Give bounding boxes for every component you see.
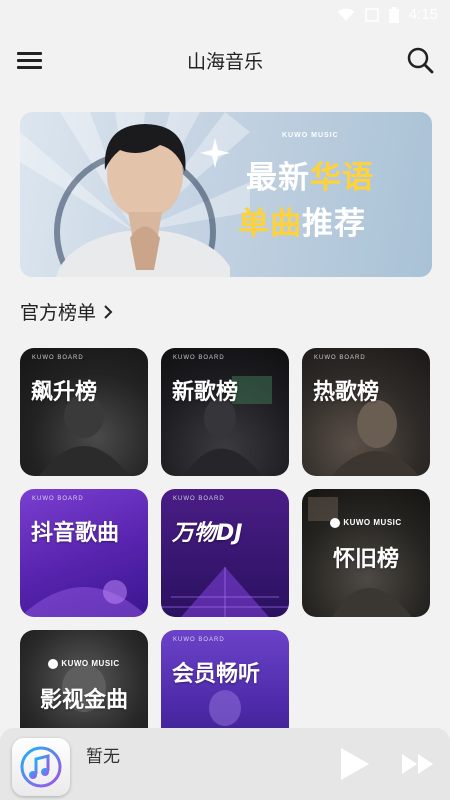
status-bar: 4:15	[0, 0, 450, 34]
search-button[interactable]	[404, 44, 436, 76]
status-icons: 4:15	[337, 6, 438, 23]
music-note-icon	[20, 746, 62, 788]
banner-brand: KUWO MUSIC	[282, 132, 339, 139]
chart-tile-label: 新歌榜	[172, 380, 239, 405]
chart-tile-label: 万物DJ	[172, 521, 243, 546]
chart-tile-dj[interactable]: KUWO BOARD 万物DJ	[161, 489, 289, 617]
banner-headline-1: 最新华语	[246, 160, 374, 196]
signal-icon	[365, 7, 379, 22]
tile-brand: KUWO MUSIC	[20, 659, 148, 669]
chart-tile-label: 会员畅听	[172, 662, 261, 687]
chevron-right-icon	[104, 304, 113, 319]
chart-tile-douyin[interactable]: KUWO BOARD 抖音歌曲	[20, 489, 148, 617]
section-header-official-charts[interactable]: 官方榜单	[20, 298, 114, 325]
wifi-icon	[337, 8, 355, 21]
status-time: 4:15	[408, 6, 438, 23]
next-icon	[402, 754, 433, 774]
next-button[interactable]	[400, 750, 436, 778]
promo-banner[interactable]: KUWO MUSIC 最新华语 单曲推荐	[20, 112, 432, 277]
tile-artwork	[20, 580, 148, 617]
chart-tile-nostalgia[interactable]: KUWO MUSIC 怀旧榜	[302, 489, 430, 617]
app-bar: 山海音乐	[0, 34, 450, 86]
chart-tile-label: 怀旧榜	[332, 547, 399, 572]
chart-tile-label: 热歌榜	[313, 380, 380, 405]
battery-icon	[388, 6, 399, 23]
album-art[interactable]	[12, 738, 70, 796]
chart-tile-label: 影视金曲	[39, 688, 128, 713]
sparkle-icon	[200, 138, 230, 168]
now-playing-title: 暂无	[86, 747, 120, 767]
chart-tile-label: 飙升榜	[31, 380, 98, 405]
section-title: 官方榜单	[20, 302, 97, 324]
play-icon	[341, 748, 369, 780]
disc-icon	[330, 518, 341, 528]
chart-tile-new-songs[interactable]: KUWO BOARD 新歌榜	[161, 348, 289, 476]
disc-icon	[48, 659, 59, 669]
search-icon	[407, 47, 434, 74]
banner-headline-2: 单曲推荐	[238, 206, 366, 242]
tile-brand: KUWO MUSIC	[302, 518, 430, 528]
chart-tile-label: 抖音歌曲	[31, 521, 120, 546]
tile-artwork	[161, 567, 289, 617]
mini-player[interactable]: 暂无	[0, 728, 450, 800]
play-button[interactable]	[337, 746, 371, 782]
chart-tile-hot-songs[interactable]: KUWO BOARD 热歌榜	[302, 348, 430, 476]
page-title: 山海音乐	[186, 51, 263, 73]
chart-tile-soaring[interactable]: KUWO BOARD 飙升榜	[20, 348, 148, 476]
